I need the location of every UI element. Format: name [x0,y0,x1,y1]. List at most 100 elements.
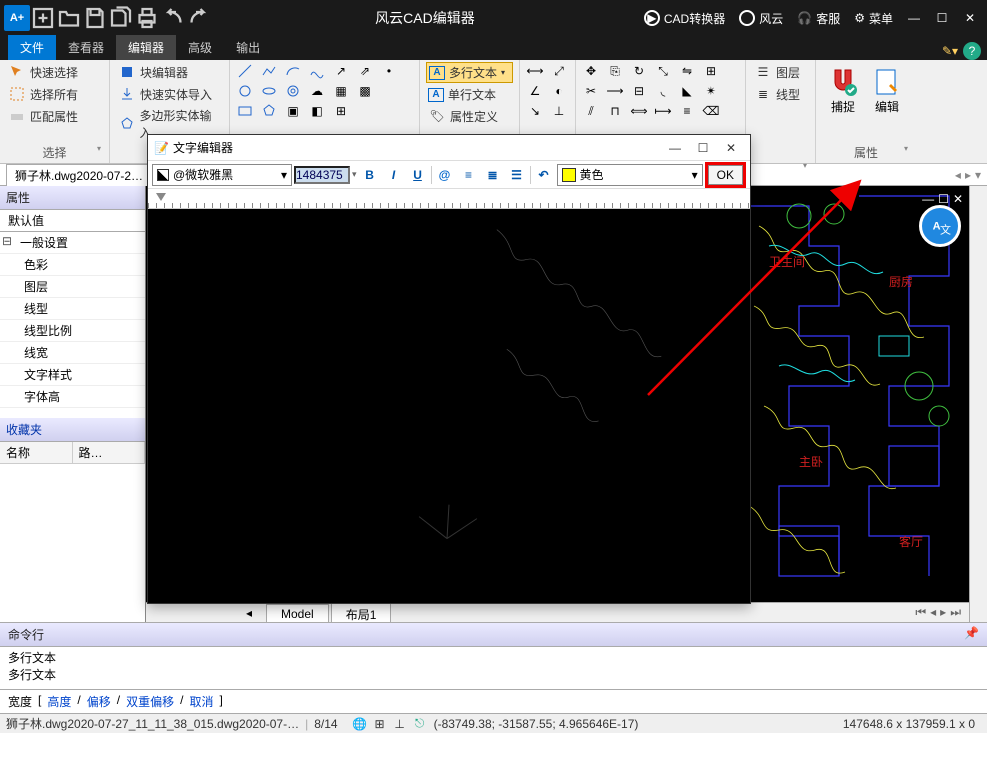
extend-icon[interactable]: ⟶ [606,82,624,100]
dialog-canvas[interactable] [148,209,750,603]
color-select[interactable]: 黄色▾ [557,164,703,186]
wipeout-icon[interactable]: ◧ [308,102,326,120]
print-icon[interactable] [135,7,159,29]
tab-layout1[interactable]: 布局1 [331,603,392,623]
prop-linetype[interactable]: 线型 [0,298,145,320]
scale-icon[interactable]: ⤡ [654,62,672,80]
trim-icon[interactable]: ✂ [582,82,600,100]
redo-icon[interactable] [187,7,211,29]
at-button[interactable]: @ [434,164,456,186]
point-icon[interactable]: • [380,62,398,80]
prop-layer[interactable]: 图层 [0,276,145,298]
snap-button[interactable]: 捕捉 [822,62,864,142]
undo-icon[interactable] [161,7,185,29]
status-grid-icon[interactable]: ⊞ [370,715,390,733]
stext-button[interactable]: A单行文本 [426,85,513,104]
opt-height[interactable]: 高度 [47,693,71,710]
opt-cancel[interactable]: 取消 [189,693,213,710]
donut-icon[interactable] [284,82,302,100]
status-ortho-icon[interactable]: ⊥ [390,715,410,733]
opt-offset[interactable]: 偏移 [87,693,111,710]
command-prompt[interactable]: 宽度 [ 高度/ 偏移/ 双重偏移/ 取消 ] [0,689,987,713]
arc-icon[interactable] [284,62,302,80]
tab-model[interactable]: Model [266,604,329,622]
dialog-titlebar[interactable]: 📝 文字编辑器 — ☐ ✕ [148,135,750,161]
poly-icon[interactable] [260,102,278,120]
fengyun-link[interactable]: 风云 [733,10,789,27]
dim-align-icon[interactable]: ⤢ [550,62,568,80]
rect-icon[interactable] [236,102,254,120]
tab-last-icon[interactable]: ⏭ [950,605,961,620]
save-icon[interactable] [83,7,107,29]
lengthen-icon[interactable]: ⟼ [654,102,672,120]
align-icon[interactable]: ≡ [678,102,696,120]
tab-viewer[interactable]: 查看器 [56,35,116,60]
tab-next-icon[interactable]: ▸ [940,605,946,620]
align-center-button[interactable]: ≣ [482,164,504,186]
open-icon[interactable] [57,7,81,29]
new-icon[interactable] [31,7,55,29]
fillet-icon[interactable]: ◟ [654,82,672,100]
menu-link[interactable]: ⚙菜单 [848,10,899,27]
stretch-icon[interactable]: ⟺ [630,102,648,120]
region-icon[interactable]: ▦ [332,82,350,100]
dialog-max-button[interactable]: ☐ [690,137,716,159]
array-icon[interactable]: ⊞ [702,62,720,80]
close-button[interactable]: ✕ [957,7,983,29]
entity-import-button[interactable]: 快速实体导入 [116,84,223,104]
canvas-max-icon[interactable]: ☐ [938,192,949,206]
tab-first-icon[interactable]: ⏮ [915,605,926,620]
hatch-icon[interactable]: ▩ [356,82,374,100]
prop-lweight[interactable]: 线宽 [0,342,145,364]
status-snap-icon[interactable]: ⎋ [410,715,430,733]
tab-advanced[interactable]: 高级 [176,35,224,60]
tab-prev2-icon[interactable]: ◂ [930,605,936,620]
dim-linear-icon[interactable]: ⟷ [526,62,544,80]
ellipse-icon[interactable] [260,82,278,100]
text-ruler[interactable] [148,189,750,209]
italic-button[interactable]: I [383,164,405,186]
vertical-scrollbar[interactable] [969,186,987,622]
status-globe-icon[interactable]: 🌐 [350,715,370,733]
revcloud-icon[interactable]: ☁ [308,82,326,100]
maximize-button[interactable]: ☐ [929,7,955,29]
quick-select-button[interactable]: 快速选择 [6,62,103,82]
font-select[interactable]: @微软雅黑▾ [152,164,292,186]
copy-icon[interactable]: ⎘ [606,62,624,80]
col-name[interactable]: 名称 [0,442,73,463]
brush-icon[interactable]: ✎▾ [941,42,959,60]
align-right-button[interactable]: ☰ [506,164,528,186]
cad-converter-link[interactable]: ▶CAD转换器 [638,10,731,27]
mtext-button[interactable]: A多行文本▾ [426,62,513,83]
pin-icon[interactable]: 📌 [964,626,979,640]
break-icon[interactable]: ⊟ [630,82,648,100]
dim-angular-icon[interactable]: ∠ [526,82,544,100]
tab-editor[interactable]: 编辑器 [116,35,176,60]
box-icon[interactable]: ▣ [284,102,302,120]
prop-textheight[interactable]: 字体高 [0,386,145,408]
attdef-button[interactable]: 🏷属性定义 [426,106,513,126]
document-tab-active[interactable]: 狮子林.dwg2020-07-2…× [6,164,163,186]
offset-icon[interactable]: ⫽ [582,102,600,120]
col-path[interactable]: 路… [73,442,146,463]
tab-output[interactable]: 输出 [224,35,272,60]
explode-icon[interactable]: ✴ [702,82,720,100]
canvas-close-icon[interactable]: ✕ [953,192,963,206]
join-icon[interactable]: ⊓ [606,102,624,120]
block-editor-button[interactable]: 块编辑器 [116,62,223,82]
undo-text-button[interactable]: ↶ [533,164,555,186]
bold-button[interactable]: B [359,164,381,186]
canvas-min-icon[interactable]: — [922,192,934,206]
tab-file[interactable]: 文件 [8,35,56,60]
saveall-icon[interactable] [109,7,133,29]
dim-ord-icon[interactable]: ⊥ [550,102,568,120]
opt-double-offset[interactable]: 双重偏移 [126,693,174,710]
linetype-button[interactable]: ≣线型 [752,84,809,104]
prop-textstyle[interactable]: 文字样式 [0,364,145,386]
tab-nav-left-icon[interactable]: ◂ [955,168,961,182]
rotate-icon[interactable]: ↻ [630,62,648,80]
pline-icon[interactable] [260,62,278,80]
help-icon[interactable]: ? [963,42,981,60]
xline-icon[interactable]: ⇗ [356,62,374,80]
erase-many-icon[interactable]: ⌫ [702,102,720,120]
